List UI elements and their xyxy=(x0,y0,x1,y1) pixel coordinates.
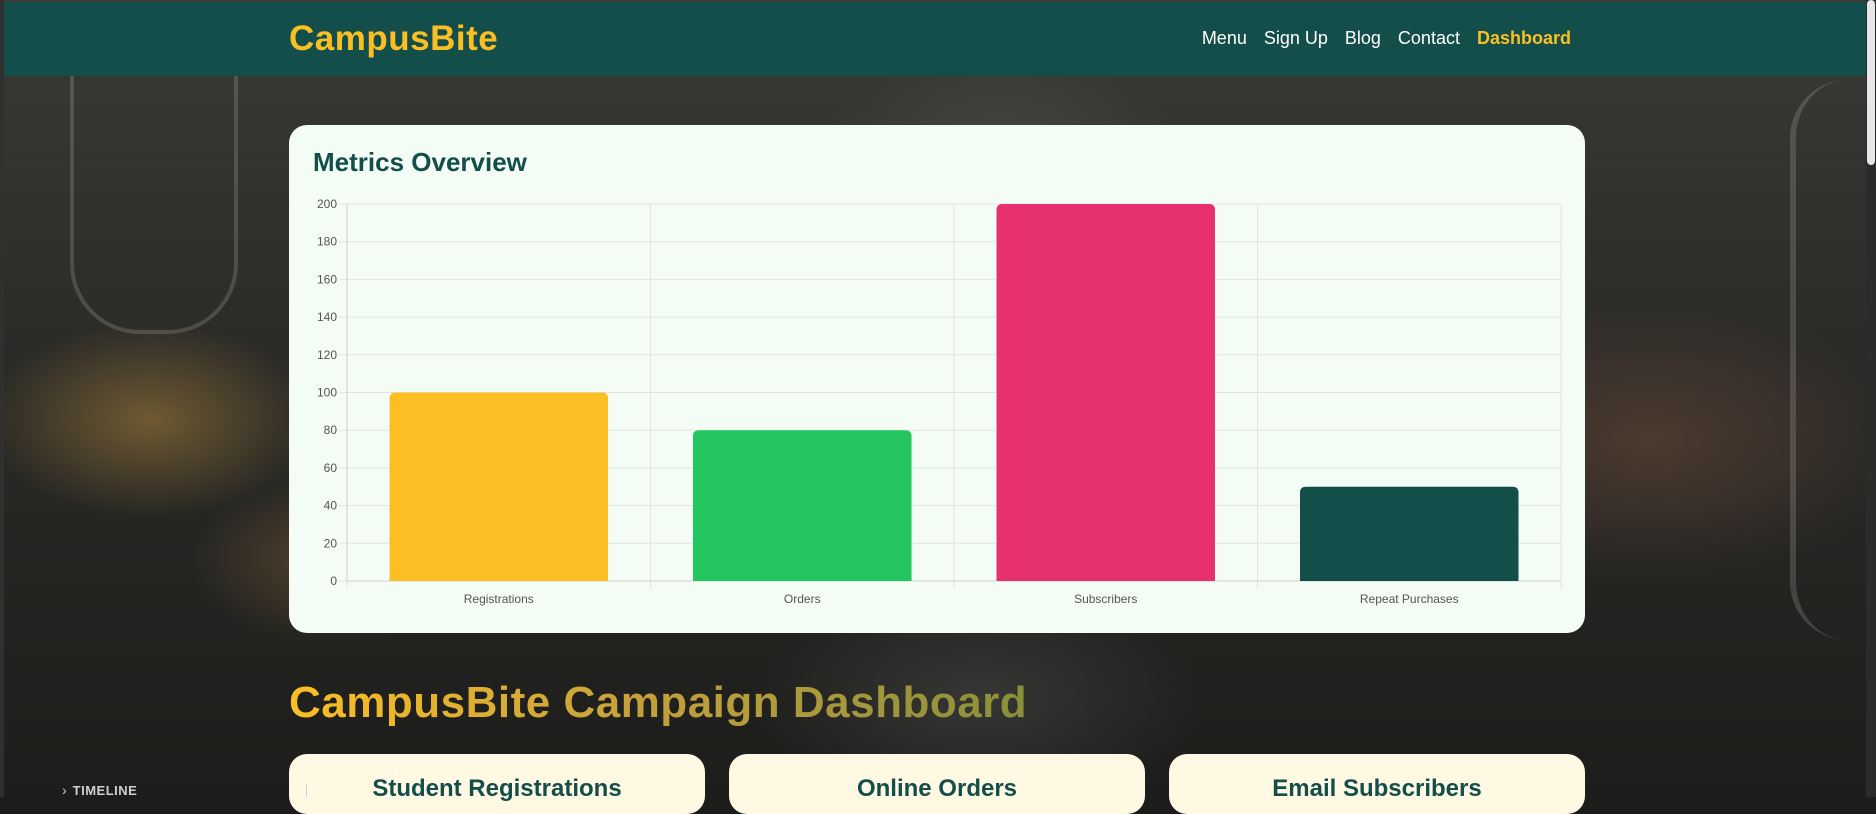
y-tick-label: 200 xyxy=(317,197,337,211)
metrics-card: Metrics Overview 0 20 40 60 80 100 120 140 160 18… xyxy=(289,125,1585,633)
main-nav: Menu Sign Up Blog Contact Dashboard xyxy=(1202,28,1571,49)
stat-card-orders: Online Orders xyxy=(729,754,1145,814)
scrollbar[interactable] xyxy=(1866,0,1876,797)
y-tick-label: 60 xyxy=(324,461,338,475)
bar-orders xyxy=(692,430,912,581)
wine-glass-shape xyxy=(70,60,238,334)
stat-card-registrations: Student Registrations xyxy=(289,754,705,814)
x-tick-label: Registrations xyxy=(464,592,534,606)
bar-repeat-purchases xyxy=(1299,486,1519,581)
window-edge xyxy=(0,0,4,797)
bar-subscribers xyxy=(996,204,1216,581)
nav-item-blog[interactable]: Blog xyxy=(1345,28,1381,49)
nav-item-signup[interactable]: Sign Up xyxy=(1264,28,1328,49)
y-tick-label: 140 xyxy=(317,310,337,324)
dashboard-title: CampusBite Campaign Dashboard xyxy=(289,678,1028,727)
y-tick-label: 0 xyxy=(330,574,337,588)
x-tick-label: Orders xyxy=(784,592,821,606)
stat-card-label: Online Orders xyxy=(856,775,1018,802)
bar-registrations xyxy=(389,392,609,581)
nav-item-menu[interactable]: Menu xyxy=(1202,28,1247,49)
y-tick-label: 100 xyxy=(317,386,337,400)
scrollbar-thumb[interactable] xyxy=(1867,0,1875,165)
x-tick-label: Subscribers xyxy=(1074,592,1137,606)
timeline-label: TIMELINE xyxy=(72,782,138,798)
nav-item-dashboard[interactable]: Dashboard xyxy=(1477,28,1571,49)
stat-card-label: Student Registrations xyxy=(372,775,622,802)
metrics-bar-chart: 0 20 40 60 80 100 120 140 160 180 200 Registrations… xyxy=(317,197,1562,606)
timeline-toggle[interactable]: › TIMELINE xyxy=(62,782,137,798)
y-tick-label: 40 xyxy=(324,499,338,513)
brand-logo[interactable]: CampusBite xyxy=(289,19,498,59)
stat-card-label: Email Subscribers xyxy=(1272,775,1482,802)
y-tick-label: 120 xyxy=(317,348,337,362)
y-tick-label: 80 xyxy=(324,423,338,437)
chevron-right-icon: › xyxy=(62,782,67,798)
stat-card-subscribers: Email Subscribers xyxy=(1169,754,1585,814)
y-tick-label: 180 xyxy=(317,235,337,249)
glass-shape xyxy=(1790,80,1876,640)
nav-item-contact[interactable]: Contact xyxy=(1398,28,1460,49)
divider xyxy=(306,785,307,797)
y-tick-label: 20 xyxy=(324,536,338,550)
site-header: CampusBite Menu Sign Up Blog Contact Das… xyxy=(4,2,1866,76)
y-tick-label: 160 xyxy=(317,272,337,286)
x-tick-label: Repeat Purchases xyxy=(1360,592,1459,606)
